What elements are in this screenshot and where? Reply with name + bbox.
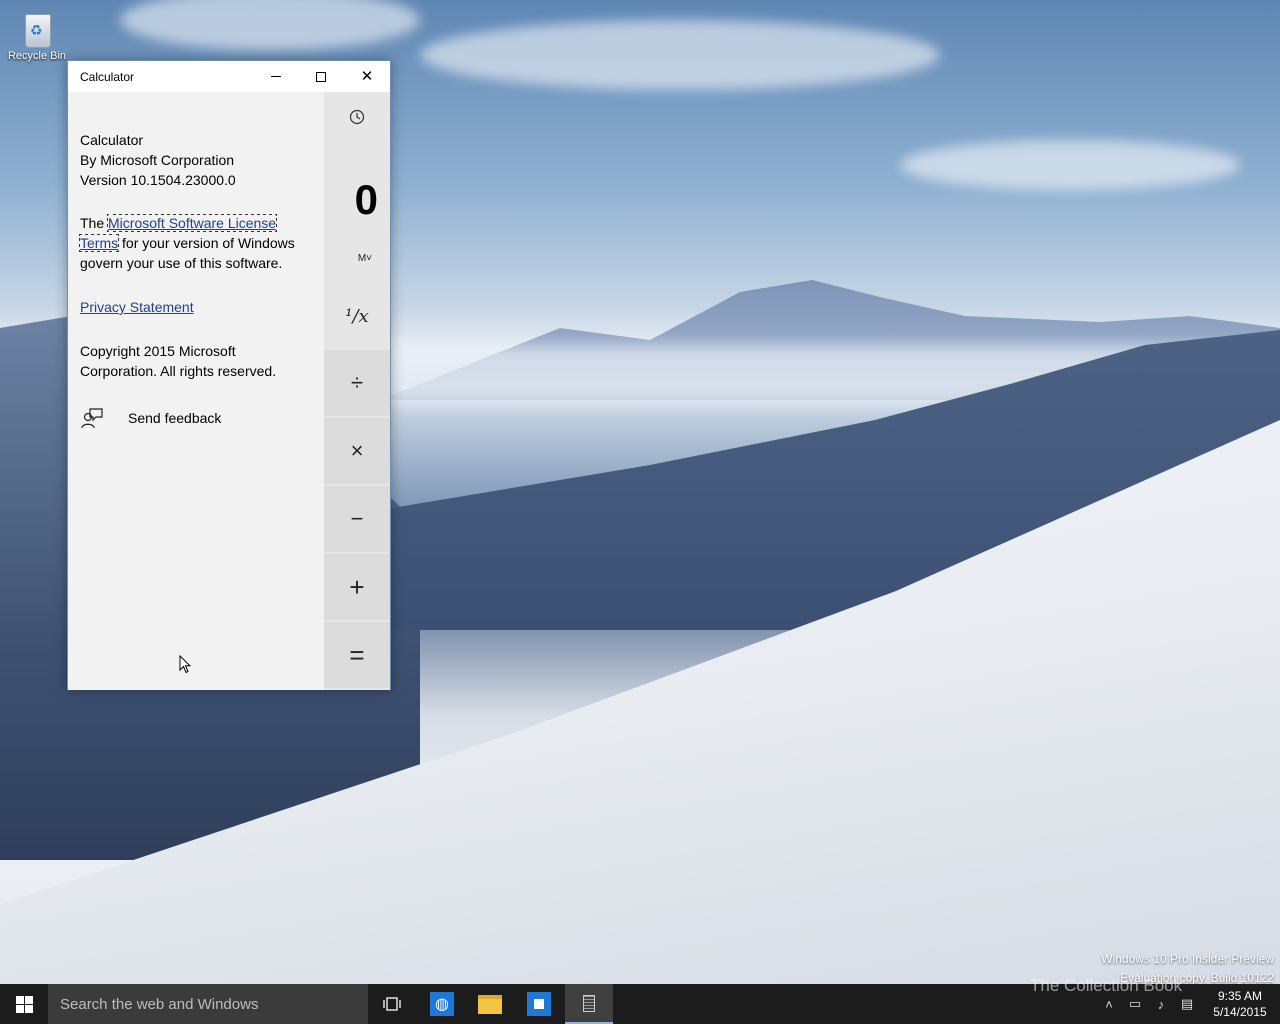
recycle-bin[interactable]: Recycle Bin bbox=[2, 8, 72, 62]
privacy-statement-link[interactable]: Privacy Statement bbox=[80, 299, 194, 315]
memory-button[interactable]: M˅ bbox=[324, 248, 390, 268]
close-icon: ✕ bbox=[360, 68, 374, 85]
feedback-icon bbox=[80, 407, 104, 429]
result-display: 0 bbox=[354, 176, 378, 223]
app-info: Calculator By Microsoft Corporation Vers… bbox=[80, 130, 312, 190]
maximize-icon bbox=[316, 71, 326, 82]
taskbar-browser-button[interactable]: ◍ bbox=[418, 984, 466, 1024]
close-button[interactable]: ✕ bbox=[344, 61, 390, 92]
recycle-bin-label: Recycle Bin bbox=[7, 50, 67, 62]
app-name: Calculator bbox=[80, 132, 144, 148]
reciprocal-button[interactable]: ¹/x bbox=[324, 296, 390, 336]
license-prefix: The bbox=[80, 215, 109, 231]
send-feedback-button[interactable]: Send feedback bbox=[80, 407, 312, 429]
cloud bbox=[420, 20, 940, 90]
divide-button[interactable]: ÷ bbox=[324, 350, 390, 416]
privacy-row: Privacy Statement bbox=[80, 297, 312, 317]
start-button[interactable] bbox=[0, 984, 48, 1024]
search-box[interactable]: Search the web and Windows bbox=[48, 984, 368, 1024]
title-bar[interactable]: Calculator ✕ bbox=[68, 61, 390, 92]
browser-icon: ◍ bbox=[430, 992, 454, 1016]
subtract-button[interactable]: − bbox=[324, 486, 390, 552]
cloud bbox=[120, 0, 420, 50]
network-icon[interactable]: ▭ bbox=[1122, 996, 1148, 1012]
license-text: The Microsoft Software License Terms for… bbox=[78, 213, 312, 273]
clock-date: 5/14/2015 bbox=[1213, 1005, 1267, 1019]
clock[interactable]: 9:35 AM 5/14/2015 bbox=[1200, 988, 1280, 1020]
taskbar-store-button[interactable] bbox=[515, 984, 563, 1024]
calculator-icon bbox=[583, 994, 595, 1012]
calculator-keypad-strip: 0 M˅ ¹/x ÷ × − + = bbox=[324, 92, 390, 690]
version: Version 10.1504.23000.0 bbox=[80, 172, 236, 188]
store-icon bbox=[527, 992, 551, 1016]
task-view-button[interactable] bbox=[368, 984, 416, 1024]
copyright: Copyright 2015 Microsoft Corporation. Al… bbox=[80, 343, 277, 379]
mouse-pointer-icon bbox=[179, 655, 191, 674]
calculator-window: Calculator ✕ Calculator By Microsoft Cor… bbox=[67, 60, 391, 690]
folder-icon bbox=[478, 994, 502, 1014]
multiply-button[interactable]: × bbox=[324, 418, 390, 484]
minimize-button[interactable] bbox=[253, 61, 299, 92]
clock-time: 9:35 AM bbox=[1217, 989, 1263, 1003]
about-panel: Calculator By Microsoft Corporation Vers… bbox=[68, 92, 324, 690]
history-icon bbox=[349, 109, 365, 125]
task-view-icon bbox=[383, 997, 401, 1011]
equals-button[interactable]: = bbox=[324, 622, 390, 688]
volume-icon[interactable]: ♪ bbox=[1148, 997, 1174, 1012]
windows-logo-icon bbox=[15, 995, 33, 1013]
recycle-bin-icon bbox=[20, 8, 54, 48]
cloud bbox=[900, 140, 1240, 190]
minimize-icon bbox=[271, 76, 281, 77]
action-center-icon[interactable]: ▤ bbox=[1174, 996, 1200, 1012]
book-watermark: The Collection Book bbox=[1030, 976, 1183, 995]
publisher: By Microsoft Corporation bbox=[80, 152, 235, 168]
taskbar-calculator-button[interactable] bbox=[565, 984, 613, 1024]
show-hidden-icons-icon[interactable]: ˄ bbox=[1096, 997, 1122, 1012]
history-button[interactable] bbox=[324, 104, 390, 130]
window-title: Calculator bbox=[80, 70, 135, 84]
add-button[interactable]: + bbox=[324, 554, 390, 620]
maximize-button[interactable] bbox=[298, 61, 344, 92]
send-feedback-label: Send feedback bbox=[128, 410, 222, 426]
taskbar-file-explorer-button[interactable] bbox=[466, 984, 514, 1024]
watermark-edition: Windows 10 Pro Insider Preview bbox=[1101, 952, 1274, 966]
